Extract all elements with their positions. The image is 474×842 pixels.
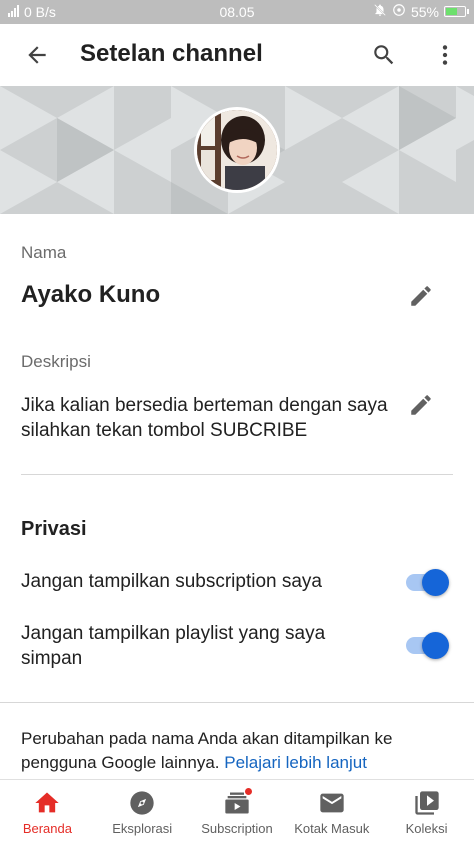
nav-item-library[interactable]: Koleksi xyxy=(379,780,474,842)
privacy-setting-subscriptions-label: Jangan tampilkan subscription saya xyxy=(21,571,323,592)
app-bar: Setelan channel xyxy=(0,24,474,86)
toggle-knob xyxy=(422,632,449,659)
hide-subscriptions-toggle[interactable] xyxy=(404,567,450,597)
nav-label-inbox: Kotak Masuk xyxy=(294,821,370,836)
page-title: Setelan channel xyxy=(80,40,263,67)
more-options-button[interactable] xyxy=(426,36,464,74)
battery-text: 55% xyxy=(410,3,439,20)
arrow-back-icon xyxy=(28,46,46,64)
toggle-knob xyxy=(422,569,449,596)
edit-description-button[interactable] xyxy=(404,388,438,422)
home-icon xyxy=(33,789,61,817)
learn-more-link[interactable]: Pelajari lebih lanjut xyxy=(224,753,367,772)
footer-divider xyxy=(0,702,474,703)
sync-icon xyxy=(392,3,406,20)
nav-label-home: Beranda xyxy=(22,821,72,836)
edit-pencil-icon xyxy=(411,395,431,415)
privacy-setting-playlists-label: Jangan tampilkan playlist yang saya simp… xyxy=(21,623,326,669)
back-button[interactable] xyxy=(18,36,56,74)
nav-item-home[interactable]: Beranda xyxy=(0,780,95,842)
privacy-section-title: Privasi xyxy=(21,518,87,540)
nav-label-subscriptions: Subscription xyxy=(201,821,273,836)
status-right: 55% xyxy=(373,3,469,20)
more-vert-icon xyxy=(442,45,448,65)
mute-bell-icon xyxy=(373,3,387,20)
name-label: Nama xyxy=(21,243,67,262)
channel-name: Ayako Kuno xyxy=(21,281,161,308)
profile-photo xyxy=(197,110,277,190)
nav-label-explore: Eksplorasi xyxy=(112,821,173,836)
search-icon xyxy=(374,45,394,65)
avatar[interactable] xyxy=(194,107,280,193)
explore-icon xyxy=(128,789,156,817)
subscriptions-icon xyxy=(223,787,253,817)
channel-banner[interactable] xyxy=(0,86,474,214)
nav-item-subscriptions[interactable]: Subscription xyxy=(190,780,285,842)
search-button[interactable] xyxy=(365,36,403,74)
notification-badge xyxy=(243,787,253,796)
status-bar: 0 B/s 08.05 55% xyxy=(0,0,474,24)
footer-note: Perubahan pada nama Anda akan ditampilka… xyxy=(21,727,461,775)
hide-saved-playlists-toggle[interactable] xyxy=(404,630,450,660)
battery-fill xyxy=(446,8,457,15)
bottom-navigation: Beranda Eksplorasi Subscription Kotak Ma… xyxy=(0,779,474,842)
nav-item-explore[interactable]: Eksplorasi xyxy=(95,780,190,842)
edit-name-button[interactable] xyxy=(404,279,438,313)
mail-icon xyxy=(318,789,346,817)
section-divider xyxy=(21,474,453,475)
nav-item-inbox[interactable]: Kotak Masuk xyxy=(284,780,379,842)
nav-label-library: Koleksi xyxy=(405,821,448,836)
edit-pencil-icon xyxy=(411,286,431,306)
channel-description: Jika kalian bersedia berteman dengan say… xyxy=(21,395,388,441)
battery-icon xyxy=(444,6,469,17)
library-icon xyxy=(413,789,441,817)
description-label: Deskripsi xyxy=(21,352,91,371)
